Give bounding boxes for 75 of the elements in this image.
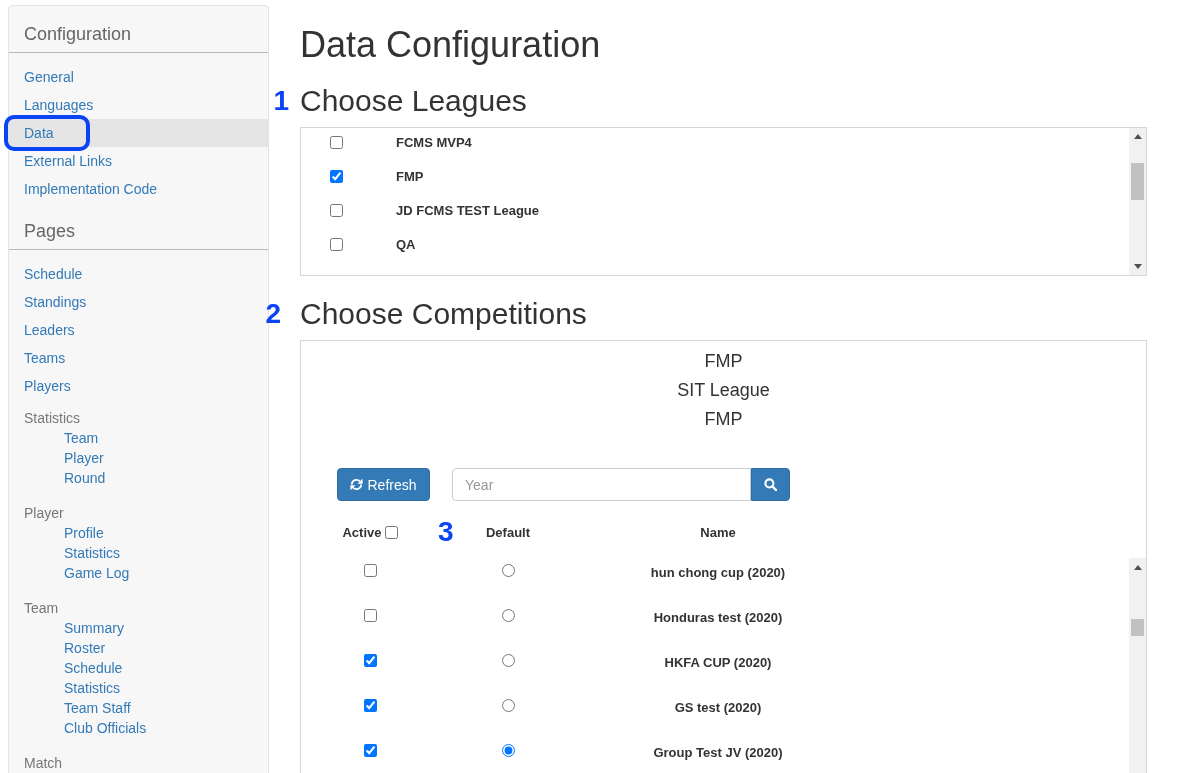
active-checkbox[interactable] xyxy=(363,563,377,577)
sidebar-item[interactable]: Players xyxy=(9,372,268,400)
active-checkbox[interactable] xyxy=(363,653,377,667)
sidebar-subitem[interactable]: Club Officials xyxy=(9,718,268,738)
year-search-field[interactable]: Year xyxy=(452,468,751,501)
league-checkbox[interactable] xyxy=(330,203,343,217)
sidebar-group-label: Match xyxy=(23,754,64,773)
sidebar-subitem[interactable]: Summary xyxy=(9,618,268,638)
search-icon xyxy=(764,478,777,491)
default-radio[interactable] xyxy=(501,653,515,667)
league-name: JD FCMS TEST League xyxy=(396,202,540,218)
page-title: Data Configuration xyxy=(300,25,602,65)
section-heading: Choose Leagues xyxy=(300,84,528,118)
league-title: FMP xyxy=(703,350,744,373)
default-radio[interactable] xyxy=(501,563,515,577)
competition-name: GS test (2020) xyxy=(674,699,762,715)
sidebar-subitem[interactable]: Team Staff xyxy=(9,698,268,718)
active-checkbox[interactable] xyxy=(363,608,377,622)
competition-name: Group Test JV (2020) xyxy=(653,744,783,760)
sidebar-subitem[interactable]: Player xyxy=(9,448,268,468)
step-marker: 1 xyxy=(273,84,289,118)
league-title: SIT League xyxy=(676,379,771,402)
league-checkbox[interactable] xyxy=(330,169,343,183)
sidebar-subitem[interactable]: Team xyxy=(9,428,268,448)
column-header: Active xyxy=(342,524,382,540)
sidebar-item[interactable]: Standings xyxy=(9,288,268,316)
league-checkbox[interactable] xyxy=(330,135,343,149)
sidebar-item[interactable]: External Links xyxy=(9,147,268,175)
scrollbar[interactable] xyxy=(1129,128,1146,275)
step-marker: 2 xyxy=(265,297,281,331)
sidebar-item[interactable]: Implementation Code xyxy=(9,175,268,203)
column-header: Name xyxy=(700,524,736,540)
scrollbar-thumb[interactable] xyxy=(1131,619,1144,636)
search-button[interactable] xyxy=(751,468,790,501)
sidebar-item[interactable]: Languages xyxy=(9,91,268,119)
default-radio[interactable] xyxy=(501,698,515,712)
refresh-button[interactable]: Refresh xyxy=(337,468,430,501)
competition-name: hun chong cup (2020) xyxy=(650,564,786,580)
select-all-checkbox[interactable] xyxy=(384,525,398,539)
league-name: FMP xyxy=(396,168,424,184)
competition-name: HKFA CUP (2020) xyxy=(664,654,772,670)
league-name: QA xyxy=(396,236,416,252)
active-checkbox[interactable] xyxy=(363,698,377,712)
sidebar-subitem[interactable]: Roster xyxy=(9,638,268,658)
sidebar-item[interactable]: Teams xyxy=(9,344,268,372)
section-heading: Choose Competitions xyxy=(300,297,588,331)
league-checkbox[interactable] xyxy=(330,237,343,251)
competition-name: Honduras test (2020) xyxy=(653,609,783,625)
scroll-down-arrow-icon[interactable] xyxy=(1133,264,1142,269)
sidebar-subitem[interactable]: Statistics xyxy=(9,678,268,698)
sidebar-group-label: Statistics xyxy=(23,409,81,428)
sidebar-item[interactable]: General xyxy=(9,63,268,91)
column-header: Default xyxy=(485,524,531,540)
step-marker: 3 xyxy=(438,515,454,549)
sidebar-group-label: Team xyxy=(23,599,60,618)
refresh-icon xyxy=(350,478,364,491)
scroll-up-arrow-icon[interactable] xyxy=(1133,565,1142,570)
scroll-up-arrow-icon[interactable] xyxy=(1133,134,1142,139)
sidebar-subitem[interactable]: Game Log xyxy=(9,563,268,583)
sidebar-item[interactable]: Schedule xyxy=(9,260,268,288)
sidebar-item[interactable]: Data xyxy=(9,119,268,147)
league-title: FMP xyxy=(703,408,744,431)
sidebar-heading: Pages xyxy=(9,203,268,250)
league-name: FCMS MVP4 xyxy=(396,134,472,150)
sidebar-subitem[interactable]: Schedule xyxy=(9,658,268,678)
default-radio[interactable] xyxy=(501,608,515,622)
sidebar-heading: Configuration xyxy=(9,6,268,53)
sidebar-subitem[interactable]: Profile xyxy=(9,523,268,543)
sidebar-subitem[interactable]: Round xyxy=(9,468,268,488)
scrollbar-thumb[interactable] xyxy=(1131,163,1144,200)
sidebar-group-label: Player xyxy=(23,504,65,523)
sidebar-subitem[interactable]: Statistics xyxy=(9,543,268,563)
default-radio[interactable] xyxy=(501,743,515,757)
scrollbar[interactable] xyxy=(1129,558,1146,773)
active-checkbox[interactable] xyxy=(363,743,377,757)
